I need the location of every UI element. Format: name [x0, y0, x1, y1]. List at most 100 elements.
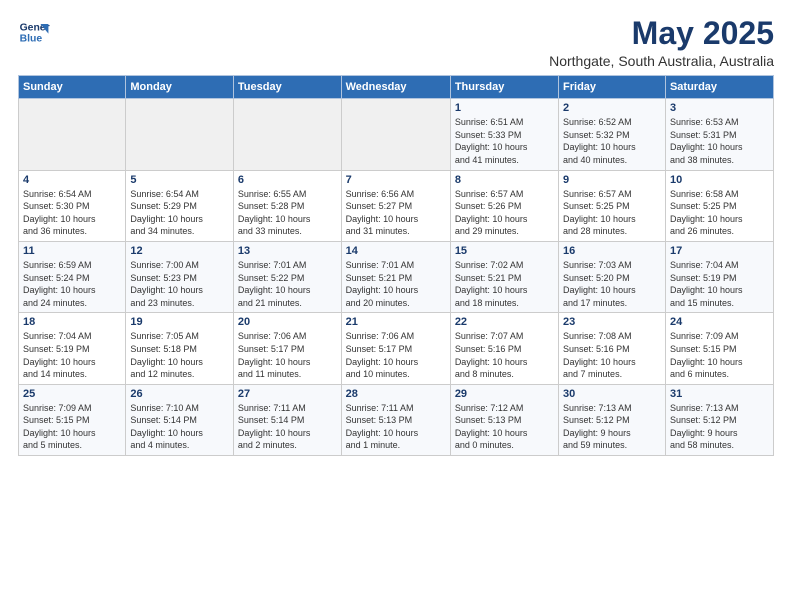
- table-row: [233, 99, 341, 170]
- table-row: 14 Sunrise: 7:01 AM Sunset: 5:21 PM Dayli…: [341, 241, 450, 312]
- day-number: 20: [238, 316, 337, 328]
- day-info: Sunrise: 6:55 AM Sunset: 5:28 PM Dayligh…: [238, 188, 337, 238]
- col-sunday: Sunday: [19, 76, 126, 99]
- table-row: 5 Sunrise: 6:54 AM Sunset: 5:29 PM Daylig…: [126, 170, 234, 241]
- day-info: Sunrise: 6:51 AM Sunset: 5:33 PM Dayligh…: [455, 116, 554, 166]
- table-row: 23Sunrise: 7:08 AM Sunset: 5:16 PM Dayli…: [559, 313, 666, 384]
- day-number: 12: [130, 245, 229, 257]
- day-number: 7: [346, 174, 446, 186]
- day-info: Sunrise: 7:02 AM Sunset: 5:21 PM Dayligh…: [455, 259, 554, 309]
- day-number: 22: [455, 316, 554, 328]
- day-info: Sunrise: 7:11 AM Sunset: 5:13 PM Dayligh…: [346, 402, 446, 452]
- day-info: Sunrise: 7:05 AM Sunset: 5:18 PM Dayligh…: [130, 330, 229, 380]
- table-row: [126, 99, 234, 170]
- table-row: 2 Sunrise: 6:52 AM Sunset: 5:32 PM Daylig…: [559, 99, 666, 170]
- day-info: Sunrise: 6:54 AM Sunset: 5:30 PM Dayligh…: [23, 188, 121, 238]
- day-info: Sunrise: 6:58 AM Sunset: 5:25 PM Dayligh…: [670, 188, 769, 238]
- day-info: Sunrise: 7:03 AM Sunset: 5:20 PM Dayligh…: [563, 259, 661, 309]
- day-number: 18: [23, 316, 121, 328]
- calendar-table: Sunday Monday Tuesday Wednesday Thursday…: [18, 75, 774, 456]
- table-row: 22 Sunrise: 7:07 AM Sunset: 5:16 PM Dayli…: [450, 313, 558, 384]
- table-row: 21Sunrise: 7:06 AM Sunset: 5:17 PM Dayli…: [341, 313, 450, 384]
- table-row: 28 Sunrise: 7:11 AM Sunset: 5:13 PM Dayli…: [341, 384, 450, 455]
- day-info: Sunrise: 7:11 AM Sunset: 5:14 PM Dayligh…: [238, 402, 337, 452]
- day-info: Sunrise: 7:04 AM Sunset: 5:19 PM Dayligh…: [23, 330, 121, 380]
- day-info: Sunrise: 7:00 AM Sunset: 5:23 PM Dayligh…: [130, 259, 229, 309]
- day-info: Sunrise: 6:57 AM Sunset: 5:26 PM Dayligh…: [455, 188, 554, 238]
- day-info: Sunrise: 6:56 AM Sunset: 5:27 PM Dayligh…: [346, 188, 446, 238]
- calendar-header: Sunday Monday Tuesday Wednesday Thursday…: [19, 76, 774, 99]
- day-number: 11: [23, 245, 121, 257]
- day-number: 10: [670, 174, 769, 186]
- col-tuesday: Tuesday: [233, 76, 341, 99]
- logo-icon: General Blue: [18, 16, 50, 48]
- day-number: 9: [563, 174, 661, 186]
- main-title: May 2025: [549, 16, 774, 51]
- day-number: 19: [130, 316, 229, 328]
- table-row: 13 Sunrise: 7:01 AM Sunset: 5:22 PM Dayli…: [233, 241, 341, 312]
- table-row: 6 Sunrise: 6:55 AM Sunset: 5:28 PM Daylig…: [233, 170, 341, 241]
- day-number: 3: [670, 102, 769, 114]
- day-info: Sunrise: 6:57 AM Sunset: 5:25 PM Dayligh…: [563, 188, 661, 238]
- table-row: [19, 99, 126, 170]
- header-row: Sunday Monday Tuesday Wednesday Thursday…: [19, 76, 774, 99]
- day-number: 24: [670, 316, 769, 328]
- day-number: 2: [563, 102, 661, 114]
- day-number: 25: [23, 388, 121, 400]
- col-thursday: Thursday: [450, 76, 558, 99]
- table-row: 25Sunrise: 7:09 AM Sunset: 5:15 PM Dayli…: [19, 384, 126, 455]
- day-number: 31: [670, 388, 769, 400]
- day-number: 5: [130, 174, 229, 186]
- day-number: 4: [23, 174, 121, 186]
- day-info: Sunrise: 7:13 AM Sunset: 5:12 PM Dayligh…: [563, 402, 661, 452]
- calendar-week-3: 11 Sunrise: 6:59 AM Sunset: 5:24 PM Dayli…: [19, 241, 774, 312]
- table-row: 17 Sunrise: 7:04 AM Sunset: 5:19 PM Dayli…: [665, 241, 773, 312]
- day-number: 26: [130, 388, 229, 400]
- day-info: Sunrise: 6:52 AM Sunset: 5:32 PM Dayligh…: [563, 116, 661, 166]
- day-number: 15: [455, 245, 554, 257]
- day-info: Sunrise: 7:09 AM Sunset: 5:15 PM Dayligh…: [670, 330, 769, 380]
- day-info: Sunrise: 7:06 AM Sunset: 5:17 PM Dayligh…: [238, 330, 337, 380]
- table-row: 16 Sunrise: 7:03 AM Sunset: 5:20 PM Dayli…: [559, 241, 666, 312]
- page: General Blue May 2025 Northgate, South A…: [0, 0, 792, 612]
- calendar-week-2: 4 Sunrise: 6:54 AM Sunset: 5:30 PM Daylig…: [19, 170, 774, 241]
- day-number: 16: [563, 245, 661, 257]
- day-info: Sunrise: 7:07 AM Sunset: 5:16 PM Dayligh…: [455, 330, 554, 380]
- day-number: 6: [238, 174, 337, 186]
- table-row: 7 Sunrise: 6:56 AM Sunset: 5:27 PM Daylig…: [341, 170, 450, 241]
- calendar-week-1: 1 Sunrise: 6:51 AM Sunset: 5:33 PM Daylig…: [19, 99, 774, 170]
- day-number: 27: [238, 388, 337, 400]
- day-number: 21: [346, 316, 446, 328]
- day-info: Sunrise: 7:01 AM Sunset: 5:21 PM Dayligh…: [346, 259, 446, 309]
- table-row: 29Sunrise: 7:12 AM Sunset: 5:13 PM Dayli…: [450, 384, 558, 455]
- table-row: 19 Sunrise: 7:05 AM Sunset: 5:18 PM Dayli…: [126, 313, 234, 384]
- day-number: 13: [238, 245, 337, 257]
- day-number: 30: [563, 388, 661, 400]
- day-info: Sunrise: 7:04 AM Sunset: 5:19 PM Dayligh…: [670, 259, 769, 309]
- day-number: 28: [346, 388, 446, 400]
- day-info: Sunrise: 7:10 AM Sunset: 5:14 PM Dayligh…: [130, 402, 229, 452]
- table-row: 4 Sunrise: 6:54 AM Sunset: 5:30 PM Daylig…: [19, 170, 126, 241]
- table-row: [341, 99, 450, 170]
- table-row: 24 Sunrise: 7:09 AM Sunset: 5:15 PM Dayli…: [665, 313, 773, 384]
- title-block: May 2025 Northgate, South Australia, Aus…: [549, 16, 774, 69]
- table-row: 30 Sunrise: 7:13 AM Sunset: 5:12 PM Dayli…: [559, 384, 666, 455]
- table-row: 26 Sunrise: 7:10 AM Sunset: 5:14 PM Dayli…: [126, 384, 234, 455]
- day-info: Sunrise: 6:59 AM Sunset: 5:24 PM Dayligh…: [23, 259, 121, 309]
- table-row: 20 Sunrise: 7:06 AM Sunset: 5:17 PM Dayli…: [233, 313, 341, 384]
- col-saturday: Saturday: [665, 76, 773, 99]
- day-number: 1: [455, 102, 554, 114]
- table-row: 8Sunrise: 6:57 AM Sunset: 5:26 PM Daylig…: [450, 170, 558, 241]
- day-info: Sunrise: 7:08 AM Sunset: 5:16 PM Dayligh…: [563, 330, 661, 380]
- table-row: 12 Sunrise: 7:00 AM Sunset: 5:23 PM Dayli…: [126, 241, 234, 312]
- day-info: Sunrise: 7:01 AM Sunset: 5:22 PM Dayligh…: [238, 259, 337, 309]
- logo: General Blue: [18, 16, 50, 48]
- header: General Blue May 2025 Northgate, South A…: [18, 16, 774, 69]
- day-info: Sunrise: 6:54 AM Sunset: 5:29 PM Dayligh…: [130, 188, 229, 238]
- col-monday: Monday: [126, 76, 234, 99]
- day-info: Sunrise: 7:13 AM Sunset: 5:12 PM Dayligh…: [670, 402, 769, 452]
- table-row: 10 Sunrise: 6:58 AM Sunset: 5:25 PM Dayli…: [665, 170, 773, 241]
- day-number: 17: [670, 245, 769, 257]
- svg-text:Blue: Blue: [20, 34, 43, 45]
- day-number: 14: [346, 245, 446, 257]
